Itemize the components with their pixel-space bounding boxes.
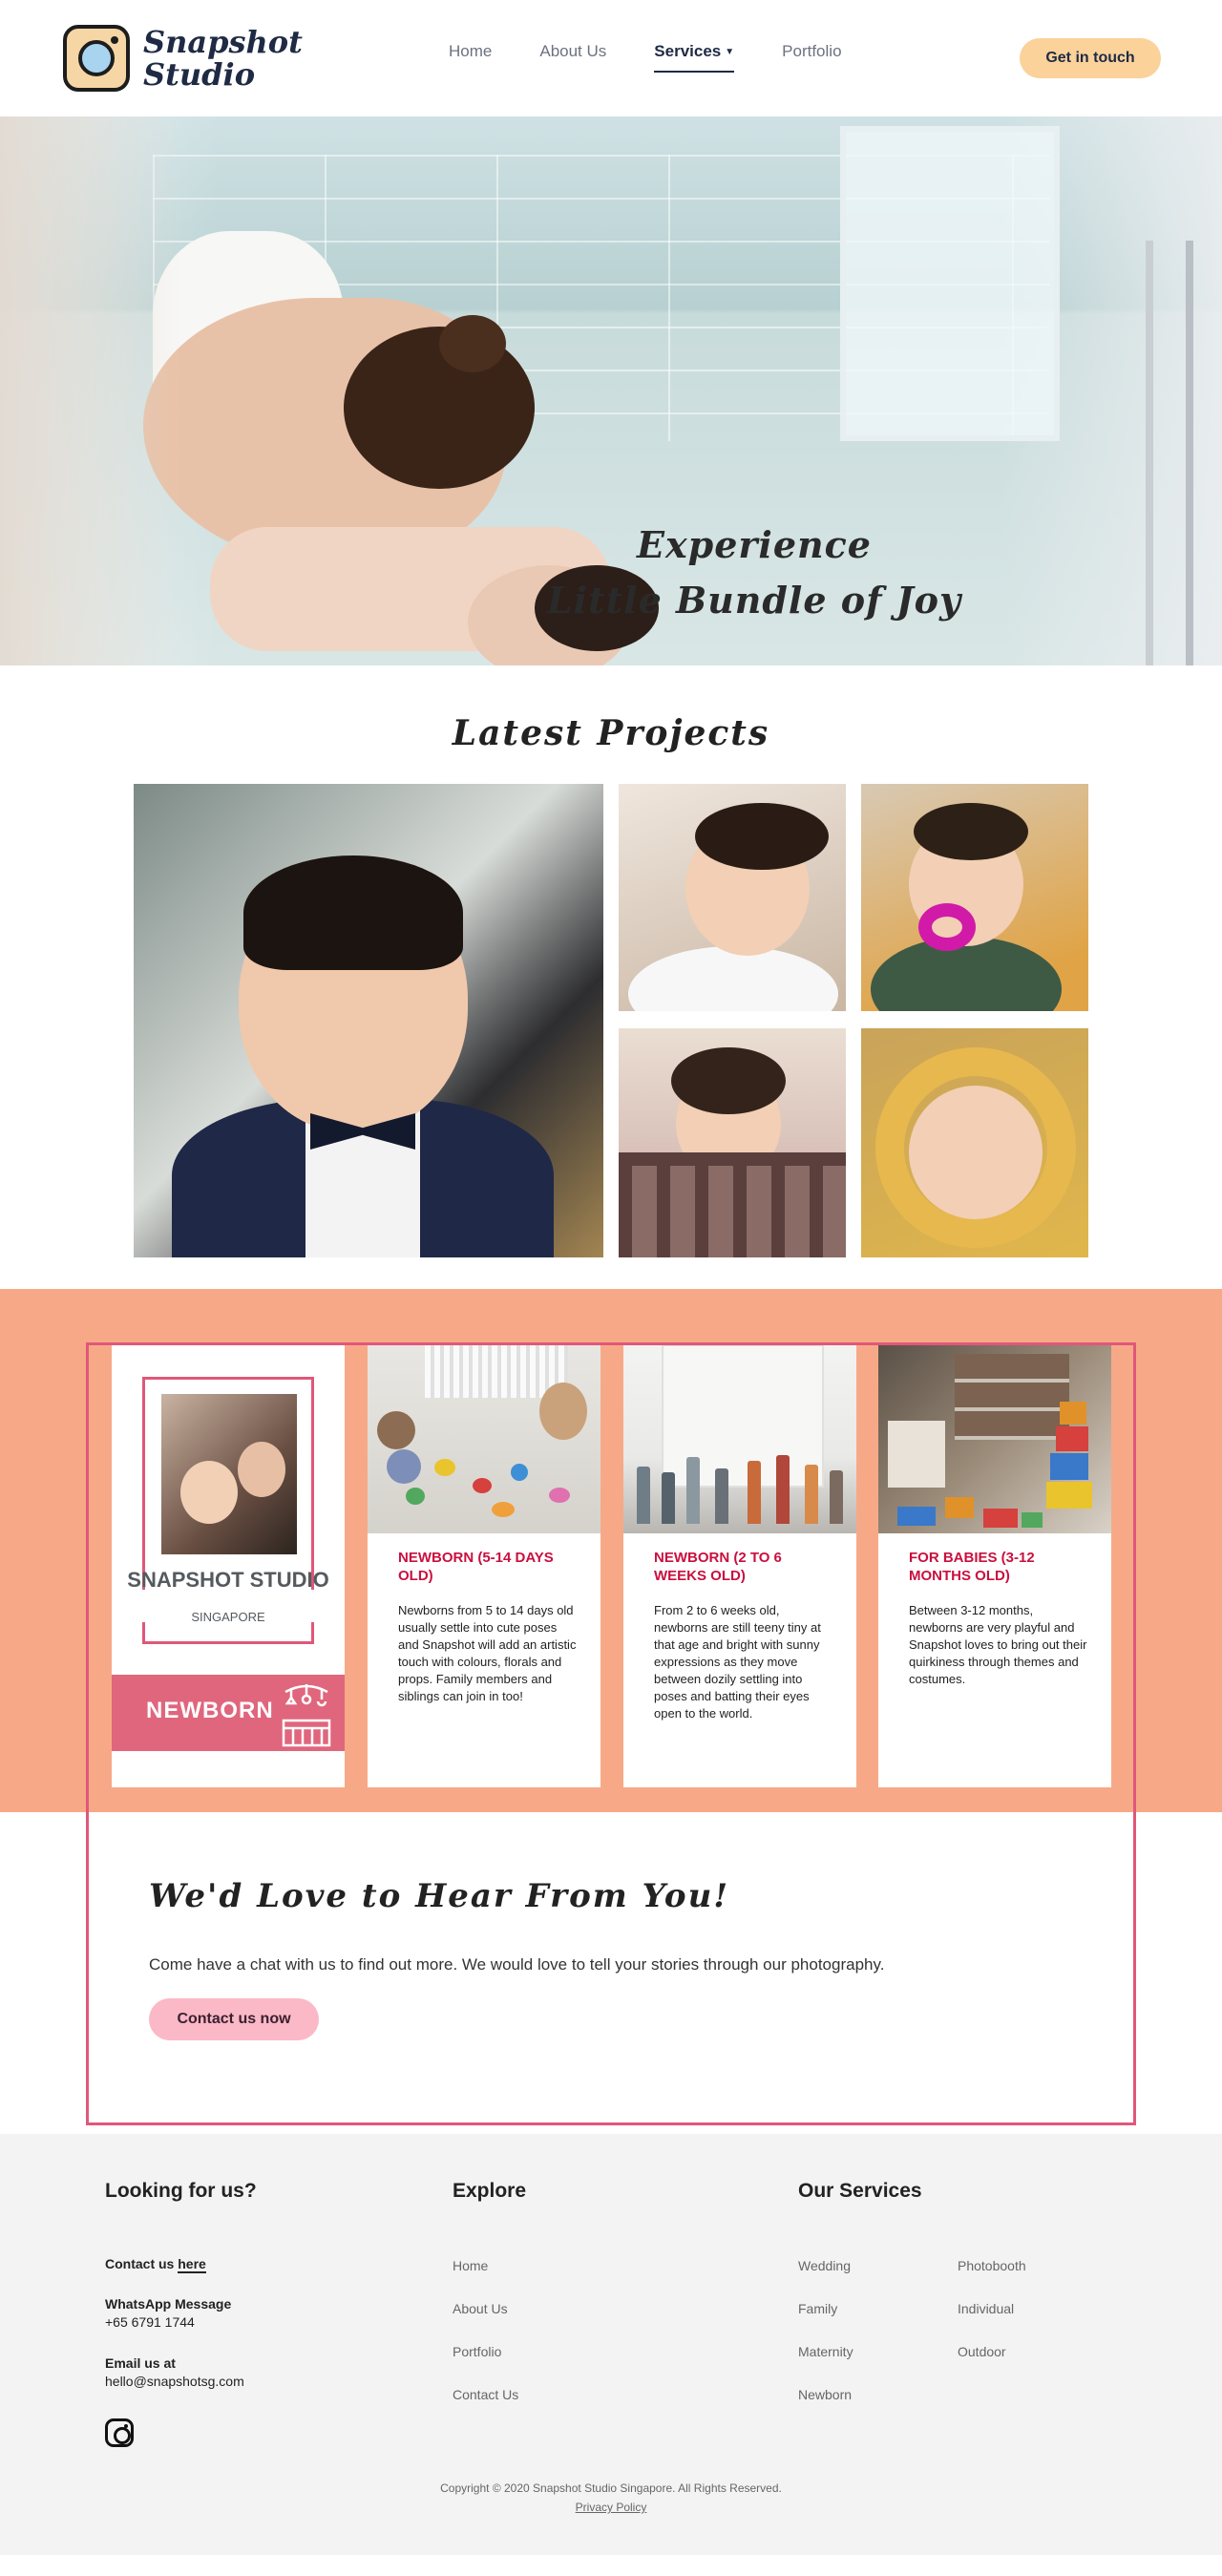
service-card-newborn-5-14[interactable]: NEWBORN (5-14 DAYS OLD) Newborns from 5 … xyxy=(368,1344,600,1787)
footer-whatsapp-label: WhatsApp Message xyxy=(105,2296,232,2312)
footer-link-portfolio[interactable]: Portfolio xyxy=(453,2344,501,2359)
brand-card-category: NEWBORN xyxy=(146,1698,274,1723)
brand-card-location: SINGAPORE xyxy=(191,1610,265,1624)
service-card-1-title: NEWBORN (5-14 DAYS OLD) xyxy=(398,1550,554,1584)
newborn-brand-card[interactable]: SNAPSHOT STUDIO SINGAPORE NEWBORN xyxy=(112,1344,345,1787)
service-card-3-photo xyxy=(878,1344,1111,1533)
footer-service-individual[interactable]: Individual xyxy=(958,2301,1014,2316)
footer-contact-line: Contact us here xyxy=(105,2256,206,2273)
service-card-1-photo xyxy=(368,1344,600,1533)
latest-projects-section: Latest Projects xyxy=(0,665,1222,1289)
project-photo-5[interactable] xyxy=(861,1028,1088,1257)
camera-logo-icon xyxy=(63,25,130,92)
hero-banner: Experience Little Bundle of Joy xyxy=(0,116,1222,665)
hero-mother-hair xyxy=(344,327,535,489)
footer-link-home[interactable]: Home xyxy=(453,2258,488,2273)
brand-card-name: SNAPSHOT STUDIO xyxy=(127,1568,329,1592)
caret-down-icon: ▼ xyxy=(725,47,735,58)
brand-card-photo xyxy=(161,1394,297,1554)
privacy-policy-link[interactable]: Privacy Policy xyxy=(576,2501,647,2514)
footer-email-label: Email us at xyxy=(105,2355,176,2371)
footer-contact-here-link[interactable]: here xyxy=(178,2256,206,2273)
brand-card-ribbon: NEWBORN xyxy=(112,1675,345,1751)
project-photo-3[interactable] xyxy=(861,784,1088,1011)
project-photo-2[interactable] xyxy=(619,784,846,1011)
nav-services[interactable]: Services ▼ xyxy=(654,42,735,73)
hero-window xyxy=(840,126,1060,441)
hero-fade xyxy=(0,116,181,665)
baby-mobile-icon xyxy=(282,1684,331,1747)
footer-copyright: Copyright © 2020 Snapshot Studio Singapo… xyxy=(440,2481,782,2495)
instagram-icon[interactable] xyxy=(105,2418,134,2447)
logo-text: Snapshot Studio xyxy=(143,26,303,91)
footer-email[interactable]: hello@snapshotsg.com xyxy=(105,2374,244,2389)
contact-us-now-button[interactable]: Contact us now xyxy=(149,1998,319,2040)
footer-col3-title: Our Services xyxy=(798,2180,922,2202)
site-header: Snapshot Studio Home About Us Services ▼ … xyxy=(0,0,1222,116)
footer-contact-prefix: Contact us xyxy=(105,2256,175,2271)
service-card-1-description: Newborns from 5 to 14 days old usually s… xyxy=(398,1603,577,1703)
service-card-2-photo xyxy=(623,1344,856,1533)
project-photo-1[interactable] xyxy=(134,784,603,1257)
projects-grid xyxy=(0,784,1222,1257)
service-card-babies-3-12[interactable]: FOR BABIES (3-12 MONTHS OLD) Between 3-1… xyxy=(878,1344,1111,1787)
latest-projects-title: Latest Projects xyxy=(452,713,770,753)
hero-mother-bun xyxy=(439,315,506,372)
footer-service-photobooth[interactable]: Photobooth xyxy=(958,2258,1026,2273)
contact-text: Come have a chat with us to find out mor… xyxy=(149,1955,885,1974)
service-card-2-title: NEWBORN (2 TO 6 WEEKS OLD) xyxy=(654,1550,782,1584)
project-photo-4[interactable] xyxy=(619,1028,846,1257)
footer-col1-title: Looking for us? xyxy=(105,2180,257,2202)
logo-line-1: Snapshot xyxy=(143,24,303,60)
nav-services-label: Services xyxy=(654,42,722,60)
footer-privacy: Privacy Policy xyxy=(0,2501,1222,2514)
footer-link-about[interactable]: About Us xyxy=(453,2301,508,2316)
contact-section: We'd Love to Hear From You! Come have a … xyxy=(0,1812,1222,2134)
service-card-newborn-2-6-weeks[interactable]: NEWBORN (2 TO 6 WEEKS OLD) From 2 to 6 w… xyxy=(623,1344,856,1787)
site-logo[interactable]: Snapshot Studio xyxy=(63,25,303,92)
contact-title: We'd Love to Hear From You! xyxy=(149,1877,730,1915)
get-in-touch-button[interactable]: Get in touch xyxy=(1020,38,1161,78)
services-band: SNAPSHOT STUDIO SINGAPORE NEWBORN NEWBOR… xyxy=(0,1289,1222,1812)
footer-whatsapp-number[interactable]: +65 6791 1744 xyxy=(105,2314,195,2330)
footer-col2-title: Explore xyxy=(453,2180,527,2202)
footer-service-outdoor[interactable]: Outdoor xyxy=(958,2344,1006,2359)
site-footer: Looking for us? Contact us here WhatsApp… xyxy=(0,2134,1222,2555)
footer-link-contact[interactable]: Contact Us xyxy=(453,2387,518,2402)
nav-portfolio[interactable]: Portfolio xyxy=(782,42,841,73)
footer-service-wedding[interactable]: Wedding xyxy=(798,2258,851,2273)
service-card-3-title: FOR BABIES (3-12 MONTHS OLD) xyxy=(909,1550,1035,1584)
hero-title: Experience Little Bundle of Joy xyxy=(535,517,974,628)
service-card-2-description: From 2 to 6 weeks old, newborns are stil… xyxy=(654,1603,821,1721)
service-card-3-description: Between 3-12 months, newborns are very p… xyxy=(909,1603,1087,1686)
nav-about[interactable]: About Us xyxy=(539,42,606,73)
footer-service-family[interactable]: Family xyxy=(798,2301,837,2316)
footer-service-maternity[interactable]: Maternity xyxy=(798,2344,853,2359)
main-nav: Home About Us Services ▼ Portfolio xyxy=(449,42,842,73)
hero-title-line-1: Experience xyxy=(637,523,872,566)
nav-home[interactable]: Home xyxy=(449,42,492,73)
hero-towel-rail xyxy=(1146,241,1193,665)
hero-title-line-2: Little Bundle of Joy xyxy=(546,579,962,622)
footer-service-newborn[interactable]: Newborn xyxy=(798,2387,852,2402)
logo-line-2: Studio xyxy=(143,56,256,93)
